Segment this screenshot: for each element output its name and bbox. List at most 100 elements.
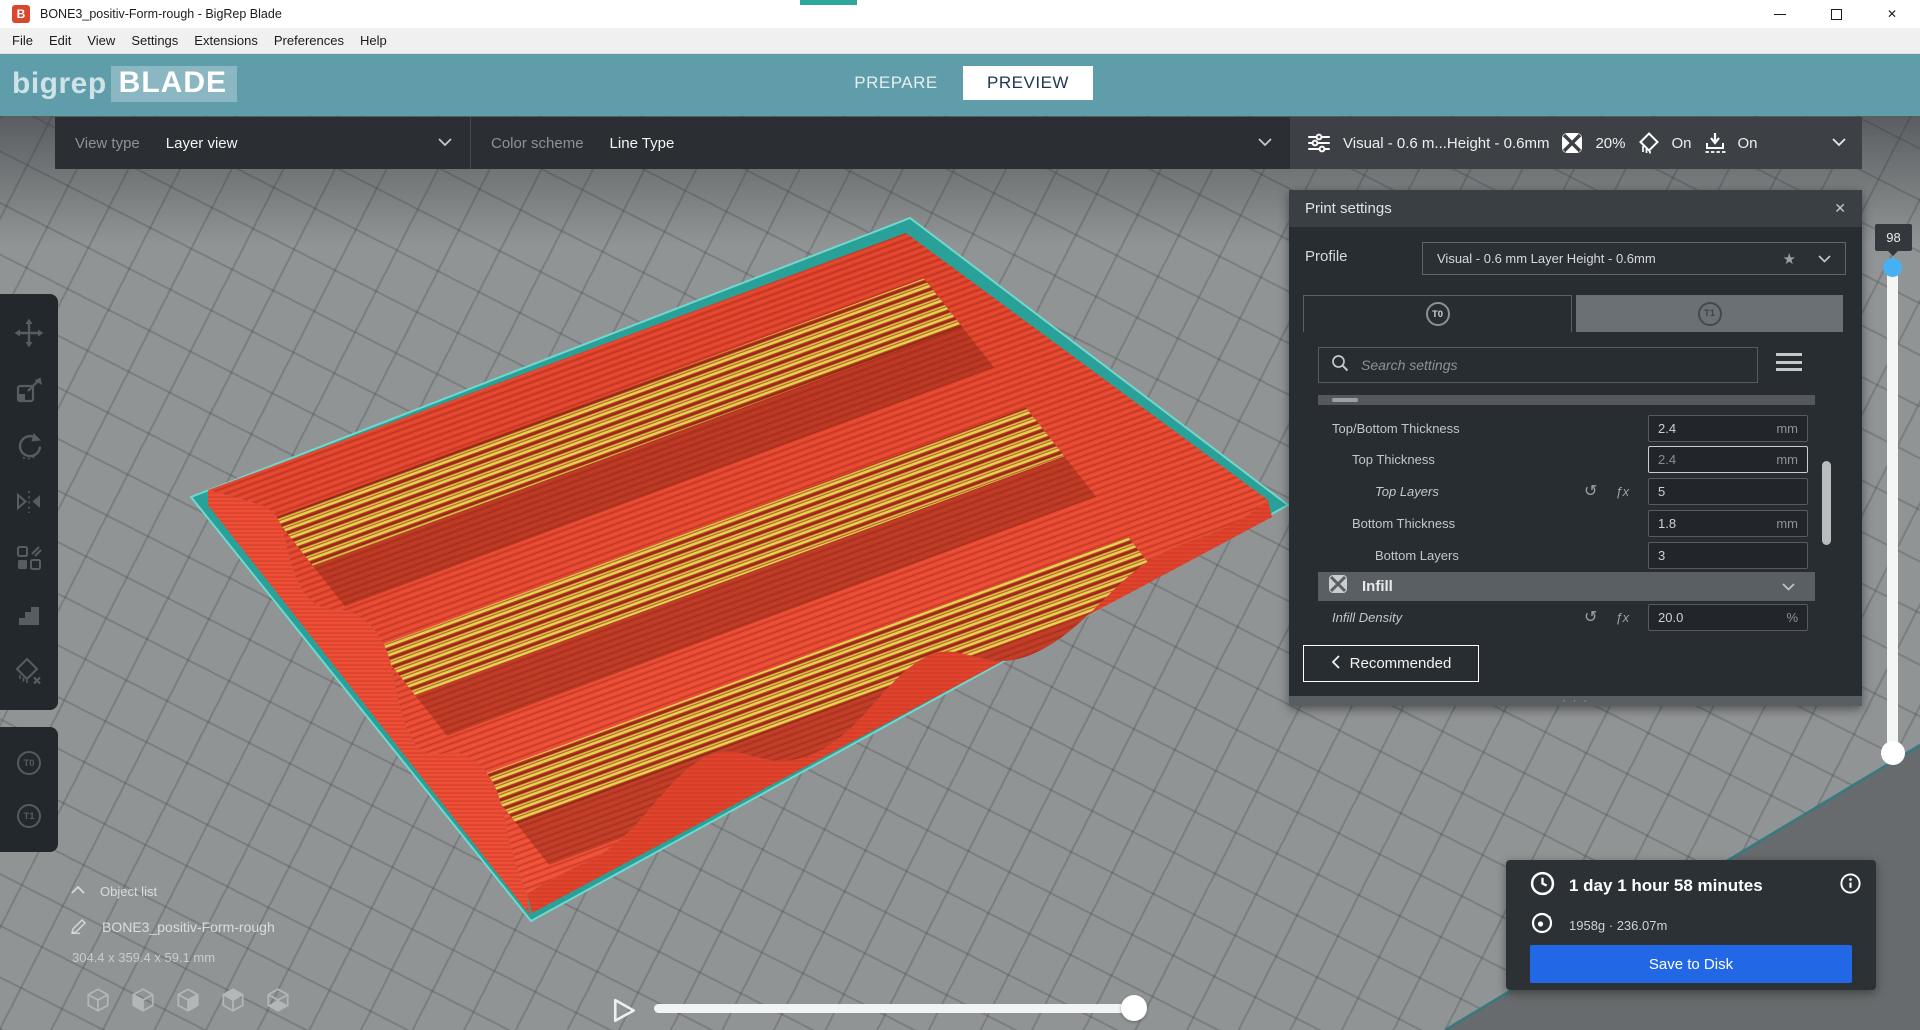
infill-icon [1328,574,1348,599]
object-list-item[interactable]: BONE3_positiv-Form-rough [70,916,275,938]
menu-file[interactable]: File [4,28,41,54]
left-toolbar [0,294,58,710]
info-icon[interactable] [1839,872,1862,900]
material-spool-icon [1531,912,1553,939]
extruder-t0-icon: T0 [17,751,41,775]
view-front-icon[interactable] [129,986,157,1019]
view-left-icon[interactable] [219,986,247,1019]
support-state: On [1672,135,1692,152]
panel-resize-handle[interactable]: · · · [1289,696,1862,706]
view-3d-icon[interactable] [84,986,112,1019]
tune-sliders-icon [1306,130,1332,156]
menu-settings[interactable]: Settings [123,28,186,54]
extruder-t0-button[interactable]: T0 [12,746,46,780]
menu-edit[interactable]: Edit [41,28,79,54]
rotate-tool-icon[interactable] [12,429,46,463]
extruder-tabs: T0 T1 [1303,295,1843,332]
tab-preview[interactable]: PREVIEW [963,66,1093,100]
per-model-settings-icon[interactable] [12,541,46,575]
setting-row: Bottom Thickness 1.8 mm [1289,507,1862,539]
window-title: BONE3_positiv-Form-rough - BigRep Blade [40,7,282,21]
profile-label: Profile [1305,248,1348,265]
custom-supports-icon[interactable] [12,598,46,632]
category-header-partial[interactable] [1318,395,1815,405]
setting-label: Top Layers [1375,484,1439,499]
tab-extruder-t0[interactable]: T0 [1303,295,1572,332]
view-top-icon[interactable] [174,986,202,1019]
minimize-button[interactable] [1752,0,1808,28]
setting-label: Bottom Layers [1375,548,1459,563]
color-scheme-dropdown[interactable]: Color scheme Line Type [470,117,1290,169]
layer-slider-top-handle[interactable] [1883,258,1902,277]
minimize-icon [1774,14,1786,15]
view-type-dropdown[interactable]: View type Layer view [55,117,470,169]
play-button[interactable] [612,998,638,1024]
infill-percentage: 20% [1595,135,1625,152]
view-right-icon[interactable] [264,986,292,1019]
chevron-down-icon [1258,134,1272,152]
settings-scrollbar[interactable] [1822,461,1831,621]
save-to-disk-button[interactable]: Save to Disk [1530,945,1852,983]
timeline-handle[interactable] [1121,995,1147,1021]
support-blocker-icon[interactable] [12,654,46,688]
setting-input[interactable]: 5 [1648,478,1808,505]
revert-icon[interactable]: ↺ [1584,607,1597,627]
logo-badge: BLADE [111,66,237,102]
adhesion-state: On [1738,135,1758,152]
setting-input[interactable]: 2.4 mm [1648,415,1808,442]
camera-view-buttons [84,986,292,1019]
view-type-label: View type [75,135,140,152]
print-time-estimate: 1 day 1 hour 58 minutes [1569,876,1763,896]
close-panel-icon[interactable]: ✕ [1834,200,1846,217]
close-button[interactable]: ✕ [1864,0,1920,28]
recommended-label: Recommended [1350,655,1452,672]
object-list-title: Object list [100,884,157,899]
infill-icon [1560,131,1584,155]
object-list-toggle[interactable]: Object list [70,880,275,902]
menu-preferences[interactable]: Preferences [266,28,352,54]
category-infill[interactable]: Infill [1318,572,1815,601]
setting-row: Bottom Layers 3 [1289,539,1862,571]
chevron-down-icon [1818,250,1831,268]
move-tool-icon[interactable] [12,316,46,350]
scrollbar-handle[interactable] [1822,461,1831,545]
setting-label: Top/Bottom Thickness [1332,421,1460,436]
print-settings-summary[interactable]: Visual - 0.6 m...Height - 0.6mm 20% On O… [1290,117,1862,169]
setting-input[interactable]: 20.0 % [1648,604,1808,631]
pencil-icon [70,916,88,939]
revert-icon[interactable]: ↺ [1584,481,1597,501]
chevron-up-icon [70,882,86,900]
layer-slider-bottom-handle[interactable] [1881,741,1905,765]
layer-slider-track[interactable] [1887,267,1898,757]
menu-extensions[interactable]: Extensions [186,28,266,54]
maximize-button[interactable] [1808,0,1864,28]
profile-value: Visual - 0.6 mm Layer Height - 0.6mm [1437,251,1783,266]
tab-prepare[interactable]: PREPARE [836,66,956,100]
setting-input[interactable]: 3 [1648,542,1808,569]
setting-input[interactable]: 1.8 mm [1648,510,1808,537]
print-settings-header: Print settings ✕ [1289,190,1862,227]
recommended-button[interactable]: Recommended [1303,645,1479,682]
profile-select[interactable]: Visual - 0.6 mm Layer Height - 0.6mm ★ [1422,242,1846,275]
chevron-down-icon [1832,134,1846,152]
menu-help[interactable]: Help [352,28,395,54]
scale-tool-icon[interactable] [12,373,46,407]
search-input[interactable] [1361,357,1745,373]
tab-extruder-t1[interactable]: T1 [1576,295,1843,332]
mirror-tool-icon[interactable] [12,485,46,519]
logo-text: bigrep [12,67,107,101]
search-box [1318,347,1758,383]
function-icon[interactable]: ƒx [1615,484,1629,499]
chevron-down-icon [1782,578,1795,596]
object-name: BONE3_positiv-Form-rough [102,919,275,935]
function-icon[interactable]: ƒx [1615,610,1629,625]
setting-row: Infill Density ↺ ƒx 20.0 % [1289,601,1862,633]
search-icon [1331,354,1349,377]
settings-menu-icon[interactable] [1776,353,1802,371]
menu-view[interactable]: View [79,28,123,54]
setting-input[interactable]: 2.4 mm [1648,446,1808,473]
star-icon[interactable]: ★ [1783,250,1796,268]
setting-row: Top Layers ↺ ƒx 5 [1289,475,1862,507]
timeline-track[interactable] [654,1004,1146,1013]
extruder-t1-button[interactable]: T1 [12,799,46,833]
